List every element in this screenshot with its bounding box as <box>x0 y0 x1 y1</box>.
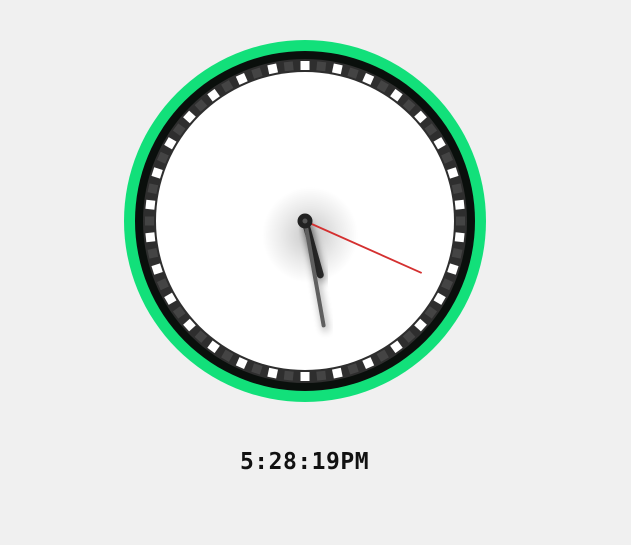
digital-time-display: 5:28:19PM <box>239 449 370 475</box>
minute-marker <box>454 199 465 210</box>
minute-marker <box>331 367 343 379</box>
minute-marker <box>454 232 465 243</box>
minute-marker <box>147 183 159 195</box>
minute-marker <box>145 216 154 226</box>
minute-marker <box>451 247 463 259</box>
analog-clock <box>124 40 486 402</box>
minute-marker <box>147 247 159 259</box>
minute-marker <box>283 370 294 381</box>
minute-marker <box>316 370 327 381</box>
clock-page: 5:28:19PM <box>0 0 631 545</box>
minute-marker <box>300 372 310 381</box>
minute-marker <box>145 199 156 210</box>
minute-marker <box>300 61 310 70</box>
minute-marker <box>451 183 463 195</box>
minute-marker <box>331 63 343 75</box>
minute-marker <box>456 216 465 226</box>
minute-marker <box>267 367 279 379</box>
minute-marker <box>145 232 156 243</box>
center-cap-dot <box>302 218 308 224</box>
minute-marker <box>316 61 327 72</box>
analog-clock-svg <box>124 40 486 402</box>
minute-marker <box>283 61 294 72</box>
minute-marker <box>267 63 279 75</box>
